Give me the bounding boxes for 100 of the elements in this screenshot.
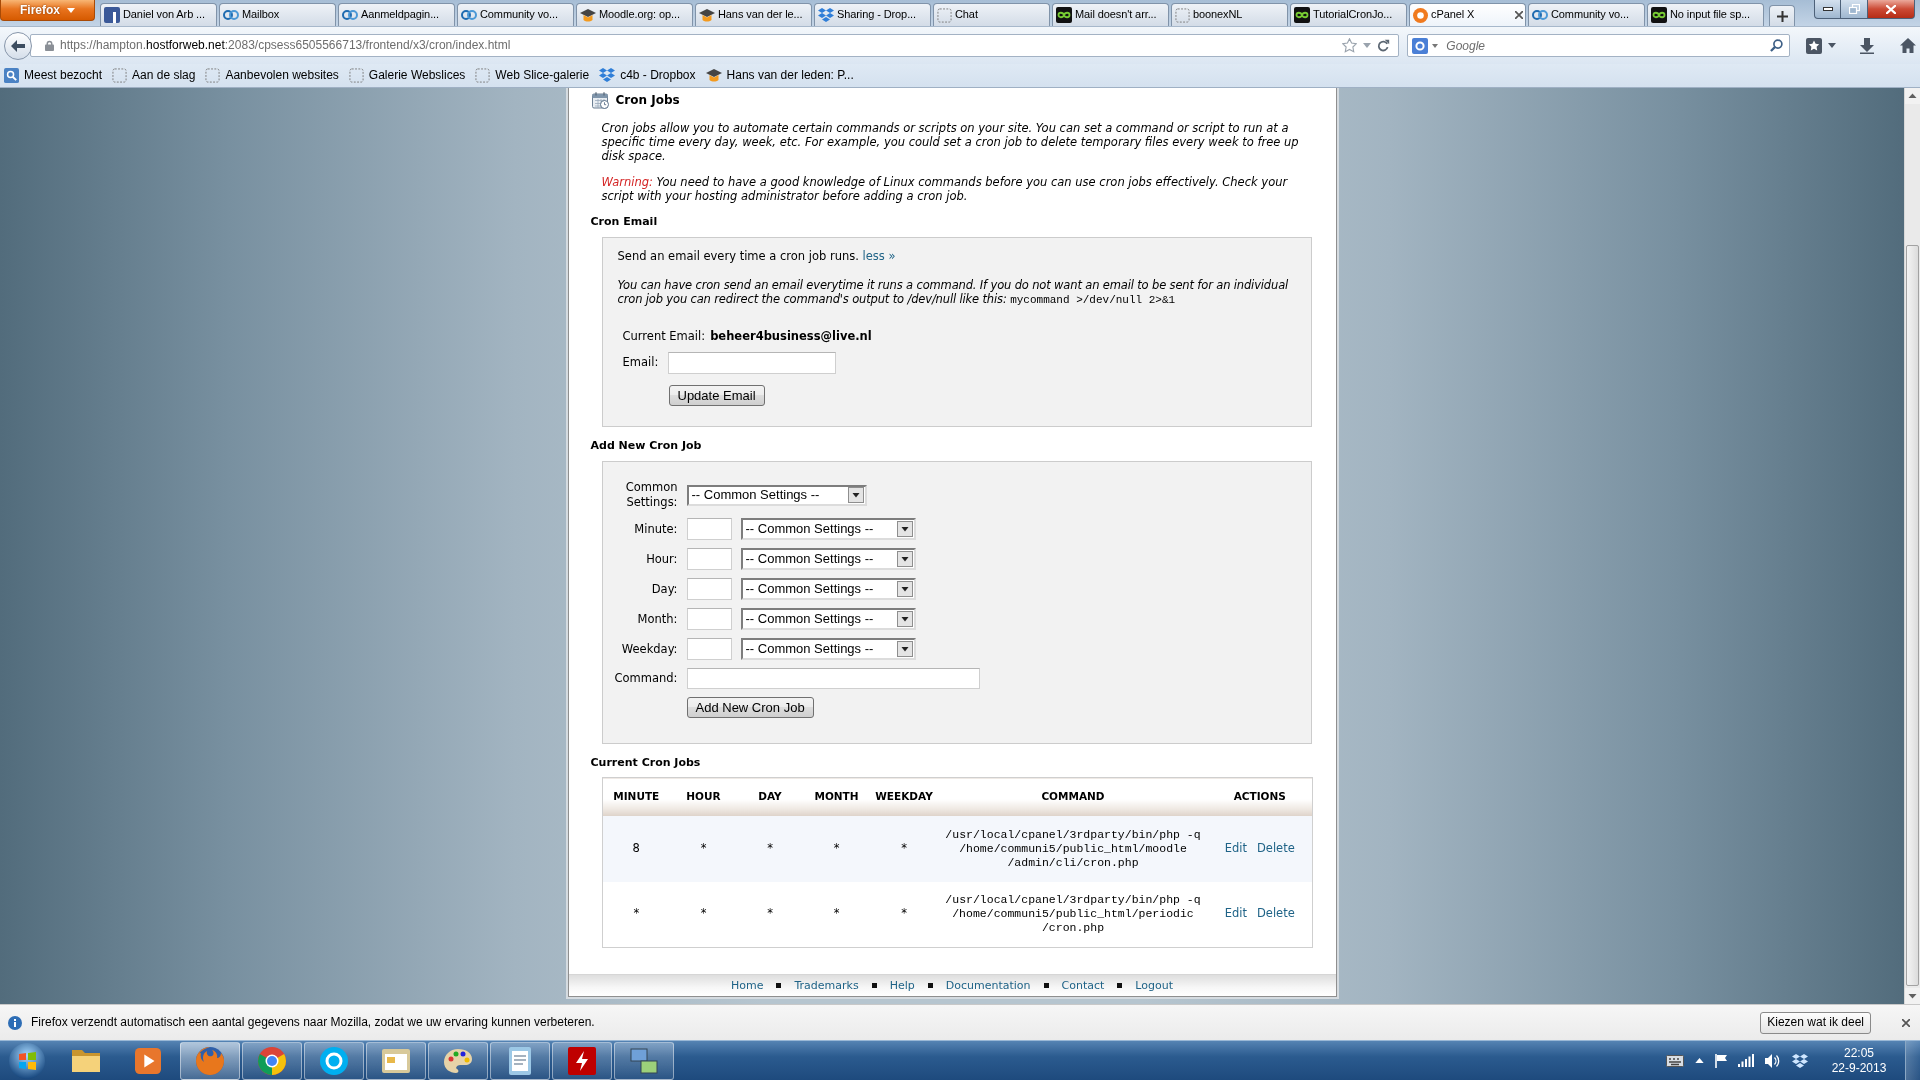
start-orb-icon[interactable]	[9, 1042, 45, 1079]
time-input[interactable]	[686, 638, 732, 660]
browser-tab[interactable]: TutorialCronJo...	[1290, 3, 1407, 26]
footer-link[interactable]: Trademarks	[794, 978, 859, 993]
back-button[interactable]	[4, 31, 32, 60]
scrollbar-thumb[interactable]	[1906, 245, 1919, 986]
bookmark-item[interactable]: Aan de slag	[112, 68, 196, 83]
rings-icon	[223, 10, 239, 20]
browser-tab[interactable]: Chat	[933, 3, 1050, 26]
keyboard-icon[interactable]	[1666, 1054, 1684, 1067]
taskbar-button[interactable]	[304, 1041, 364, 1080]
footer-link[interactable]: Documentation	[945, 978, 1031, 993]
caret-icon[interactable]	[1828, 43, 1836, 48]
signal-bars-icon[interactable]	[1738, 1054, 1754, 1067]
taskbar-button[interactable]	[552, 1041, 612, 1080]
dropdown[interactable]: -- Common Settings --	[686, 484, 867, 506]
delete-link[interactable]: Delete	[1257, 906, 1295, 921]
footer-link[interactable]: Logout	[1135, 978, 1173, 993]
bookmark-item[interactable]: c4b - Dropbox	[599, 68, 696, 83]
dropdown[interactable]: -- Common Settings --	[740, 518, 916, 540]
browser-tab[interactable]: Mail doesn't arr...	[1052, 3, 1169, 26]
browser-tab[interactable]: Community vo...	[457, 3, 574, 26]
caret-icon	[896, 581, 913, 597]
show-desktop-button[interactable]	[1905, 1041, 1920, 1080]
update-email-button[interactable]: Update Email	[668, 385, 765, 406]
scrollbar[interactable]	[1904, 88, 1920, 1004]
diamonds-icon[interactable]	[1792, 1053, 1808, 1068]
download-icon[interactable]	[1860, 37, 1874, 54]
less-link[interactable]: less »	[862, 249, 896, 263]
taskbar-button[interactable]	[490, 1041, 550, 1080]
speaker-icon[interactable]	[1765, 1052, 1781, 1069]
dropdown[interactable]: -- Common Settings --	[740, 548, 916, 570]
browser-tab[interactable]: Moodle.org: op...	[576, 3, 693, 26]
browser-tab[interactable]: cPanel X	[1409, 3, 1526, 26]
command-input[interactable]	[686, 668, 980, 689]
search-field[interactable]: Google	[1407, 34, 1790, 57]
taskbar-button[interactable]	[428, 1041, 488, 1080]
browser-tab[interactable]: Hans van der le...	[695, 3, 812, 26]
search-icon[interactable]	[1770, 39, 1783, 52]
time-input[interactable]	[686, 608, 732, 630]
close-button[interactable]	[1868, 0, 1915, 19]
rings-icon	[1532, 10, 1548, 20]
browser-tab[interactable]: Community vo...	[1528, 3, 1645, 26]
section-heading: Current Cron Jobs	[590, 756, 702, 770]
footer-link[interactable]: Home	[730, 978, 764, 993]
browser-tab[interactable]: No input file sp...	[1647, 3, 1764, 26]
table-cell: /usr/local/cpanel/3rdparty/bin/php -q /home/communi5/public_html/moodle /admin/cli/cron.php	[938, 815, 1208, 882]
bookmark-item[interactable]: Hans van der leden: P...	[705, 68, 854, 83]
footer-link[interactable]: Help	[889, 978, 915, 993]
field-label: Hour:	[645, 551, 678, 567]
restore-button[interactable]	[1841, 0, 1868, 19]
browser-tab[interactable]: Mailbox	[219, 3, 336, 26]
delete-link[interactable]: Delete	[1257, 840, 1295, 855]
add-cron-job-button[interactable]: Add New Cron Job	[686, 697, 814, 718]
browser-tab[interactable]: Sharing - Drop...	[814, 3, 931, 26]
taskbar-button[interactable]	[242, 1041, 302, 1080]
taskbar-button[interactable]	[366, 1041, 426, 1080]
taskbar-button[interactable]	[614, 1041, 674, 1080]
browser-tab[interactable]: Daniel von Arb ...	[100, 3, 217, 26]
time-input[interactable]	[686, 518, 732, 540]
arrow-down-icon[interactable]	[1905, 988, 1920, 1004]
caret-icon	[896, 641, 913, 657]
time-input[interactable]	[686, 578, 732, 600]
browser-tab[interactable]: boonexNL	[1171, 3, 1288, 26]
ring-tile-icon[interactable]	[1412, 37, 1429, 54]
caret-icon[interactable]	[1432, 43, 1439, 48]
reload-icon[interactable]	[1377, 39, 1391, 52]
bolt-tile-icon	[568, 1046, 596, 1075]
notification-button[interactable]: Kiezen wat ik deel	[1760, 1011, 1871, 1034]
dropdown[interactable]: -- Common Settings --	[740, 578, 916, 600]
arrow-up-icon[interactable]	[1905, 88, 1920, 104]
address-field[interactable]: https://hampton.hostforweb.net:2083/cpsess6505566713/frontend/x3/cron/index.html	[30, 34, 1400, 57]
time-input[interactable]	[686, 548, 732, 570]
footer-link[interactable]: Contact	[1061, 978, 1105, 993]
bookmark-item[interactable]: Meest bezocht	[4, 68, 103, 83]
edit-link[interactable]: Edit	[1224, 840, 1247, 855]
column-header: HOUR	[670, 777, 737, 816]
diamonds-icon	[818, 8, 834, 22]
bookmark-item[interactable]: Galerie Webslices	[348, 68, 466, 83]
close-icon[interactable]	[1902, 1018, 1910, 1027]
caret-up-icon[interactable]	[1695, 1058, 1704, 1063]
edit-link[interactable]: Edit	[1224, 906, 1247, 921]
home-icon[interactable]	[1900, 38, 1916, 53]
dropdown[interactable]: -- Common Settings --	[740, 608, 916, 630]
table-cell: *	[670, 881, 737, 948]
dropdown[interactable]: -- Common Settings --	[740, 638, 916, 660]
minimize-button[interactable]	[1814, 0, 1841, 19]
star-icon[interactable]	[1342, 38, 1358, 53]
flag-icon[interactable]	[1715, 1053, 1727, 1068]
bookmark-item[interactable]: Aanbevolen websites	[205, 68, 339, 83]
search-input[interactable]: Google	[1442, 36, 1766, 55]
bookmark-item[interactable]: Web Slice-galerie	[475, 68, 590, 83]
email-label: Email:	[622, 356, 660, 370]
close-icon[interactable]	[1515, 11, 1523, 19]
browser-tab[interactable]: Aanmeldpagin...	[338, 3, 455, 26]
current-email-value: beheer4business@live.nl	[710, 329, 872, 343]
new-tab-button[interactable]	[1769, 5, 1795, 26]
taskbar-button[interactable]	[180, 1041, 240, 1080]
email-input[interactable]	[667, 352, 836, 374]
star-tile-icon[interactable]	[1806, 37, 1822, 54]
